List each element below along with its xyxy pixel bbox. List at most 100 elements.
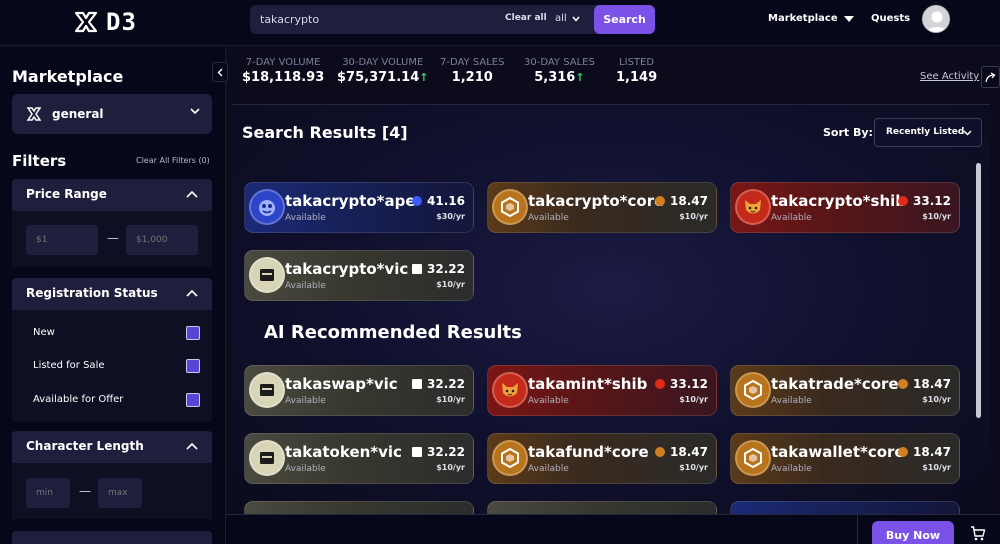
arrow-up-right-icon <box>985 71 996 82</box>
status-checkbox[interactable] <box>186 359 200 373</box>
results-scrollbar[interactable] <box>976 163 981 418</box>
availability-status: Available <box>771 213 812 223</box>
vic-chain-icon <box>249 372 285 408</box>
price-per-year: $10/yr <box>922 212 951 221</box>
vic-token-icon <box>412 447 423 457</box>
search-scope-dropdown[interactable]: all <box>555 13 580 24</box>
sidebar: Marketplace general Filters Clear All Fi… <box>0 47 226 544</box>
availability-status: Available <box>771 464 812 474</box>
price-value: 33.12 <box>913 194 951 208</box>
top-header: D3 Clear all all Search Marketplace Ques… <box>0 0 1000 46</box>
availability-status: Available <box>285 464 326 474</box>
status-checkbox[interactable] <box>186 393 200 407</box>
domain-name: takatrade*core <box>771 375 899 393</box>
general-category-icon <box>26 107 42 121</box>
trend-up-icon: ↑ <box>419 71 429 84</box>
registration-status-header[interactable]: Registration Status <box>12 278 212 310</box>
result-card[interactable]: takamint*shib Available 33.12 $10/yr <box>487 365 717 416</box>
registration-status-title: Registration Status <box>26 286 158 300</box>
status-option-new[interactable]: New <box>12 323 212 343</box>
collapse-sidebar-button[interactable] <box>212 62 228 82</box>
chevron-down-icon <box>963 130 972 136</box>
chevron-left-icon <box>217 68 223 76</box>
price-per-year: $10/yr <box>679 212 708 221</box>
result-card[interactable]: takawallet*core Available 18.47 $10/yr <box>730 433 960 484</box>
buy-now-button[interactable]: Buy Now <box>872 521 954 544</box>
price: 32.22 <box>412 445 465 459</box>
status-checkbox[interactable] <box>186 326 200 340</box>
character-length-header[interactable]: Character Length <box>12 431 212 463</box>
price-min-input[interactable] <box>26 225 98 255</box>
price: 32.22 <box>412 262 465 276</box>
clear-all-filters-button[interactable]: Clear All Filters (0) <box>136 156 210 165</box>
shib-chain-icon <box>735 189 771 225</box>
result-card[interactable]: takacrypto*shib Available 33.12 $10/yr <box>730 182 960 233</box>
availability-status: Available <box>285 213 326 223</box>
result-card[interactable]: takatoken*vic Available 32.22 $10/yr <box>244 433 474 484</box>
logo-text: D3 <box>106 8 137 36</box>
search-button[interactable]: Search <box>594 5 655 34</box>
sidebar-title: Marketplace <box>12 67 124 86</box>
search-input[interactable] <box>260 5 490 34</box>
chevron-up-icon <box>186 442 198 450</box>
result-card[interactable]: takatrade*core Available 18.47 $10/yr <box>730 365 960 416</box>
sort-select[interactable]: Recently Listed <box>874 118 982 147</box>
see-activity-link[interactable]: See Activity <box>920 71 979 82</box>
sort-label: Sort By: <box>823 126 873 139</box>
stat-7day-volume: 7-DAY VOLUME $18,118.93 <box>242 57 324 85</box>
length-min-input[interactable] <box>26 478 70 508</box>
domain-name: takawallet*core <box>771 443 905 461</box>
domain-name: takatoken*vic <box>285 443 402 461</box>
price-value: 32.22 <box>427 262 465 276</box>
range-dash: — <box>107 231 119 245</box>
price-value: 32.22 <box>427 377 465 391</box>
clear-all-button[interactable]: Clear all <box>505 13 547 23</box>
price: 18.47 <box>655 194 708 208</box>
result-card[interactable]: takaswap*vic Available 32.22 $10/yr <box>244 365 474 416</box>
price: 33.12 <box>898 194 951 208</box>
availability-status: Available <box>285 396 326 406</box>
price-range-title: Price Range <box>26 187 107 201</box>
result-card[interactable]: takacrypto*vic Available 32.22 $10/yr <box>244 250 474 301</box>
stat-label: 30-DAY SALES <box>524 57 595 68</box>
price-range-header[interactable]: Price Range <box>12 179 212 211</box>
domain-name: takacrypto*core <box>528 192 665 210</box>
length-max-input[interactable] <box>98 478 142 508</box>
vic-chain-icon <box>249 257 285 293</box>
stat-value: $18,118.93 <box>242 70 325 85</box>
result-card[interactable]: takafund*core Available 18.47 $10/yr <box>487 433 717 484</box>
result-card[interactable]: takacrypto*ape Available 41.16 $30/yr <box>244 182 474 233</box>
avatar[interactable] <box>922 5 950 33</box>
price: 32.22 <box>412 377 465 391</box>
availability-status: Available <box>528 213 569 223</box>
price-per-year: $10/yr <box>679 463 708 472</box>
nav-quests[interactable]: Quests <box>871 13 910 24</box>
core-chain-icon <box>492 189 528 225</box>
chevron-down-icon <box>572 16 580 22</box>
logo[interactable]: D3 <box>74 8 137 36</box>
next-filter-header[interactable] <box>12 531 212 544</box>
cart-icon[interactable] <box>970 526 986 541</box>
status-option-offer[interactable]: Available for Offer <box>12 390 212 410</box>
core-chain-icon <box>735 440 771 476</box>
ape-chain-icon <box>249 189 285 225</box>
availability-status: Available <box>528 396 569 406</box>
nav-marketplace[interactable]: Marketplace <box>768 13 854 24</box>
domain-name: takacrypto*shib <box>771 192 906 210</box>
stat-value: 1,149 <box>616 70 658 85</box>
trend-up-icon: ↑ <box>575 71 585 84</box>
divider <box>857 515 858 544</box>
category-select[interactable]: general <box>12 94 212 134</box>
result-card[interactable]: takacrypto*core Available 18.47 $10/yr <box>487 182 717 233</box>
range-dash: — <box>79 484 91 498</box>
price-per-year: $10/yr <box>436 395 465 404</box>
price-value: 33.12 <box>670 377 708 391</box>
price: 41.16 <box>412 194 465 208</box>
price-max-input[interactable] <box>126 225 198 255</box>
caret-down-icon <box>843 15 854 22</box>
status-option-listed[interactable]: Listed for Sale <box>12 356 212 376</box>
stat-listed: LISTED 1,149 <box>616 57 657 85</box>
external-link-button[interactable] <box>981 66 1000 88</box>
price: 33.12 <box>655 377 708 391</box>
chevron-down-icon <box>190 108 200 115</box>
